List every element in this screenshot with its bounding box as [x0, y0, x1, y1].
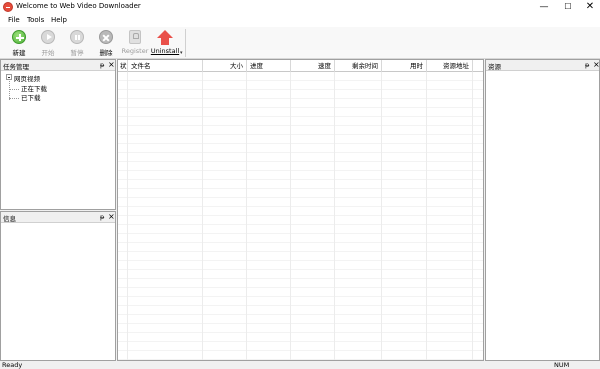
info-panel-title: 信息 — [3, 215, 16, 223]
register-label: Register — [121, 47, 149, 55]
task-panel-title: 任务管理 — [3, 63, 29, 71]
column-size[interactable]: 大小 — [203, 60, 247, 72]
lock-icon — [129, 30, 141, 44]
num-lock-indicator: NUM — [554, 361, 570, 369]
pin-icon[interactable]: ᵽ — [100, 213, 104, 221]
delete-label: 删除 — [99, 49, 113, 57]
delete-button[interactable]: 删除 — [92, 29, 120, 58]
start-label: 开始 — [41, 49, 55, 57]
app-window: Welcome to Web Video Downloader — ☐ ✕ Fi… — [0, 0, 600, 369]
start-button[interactable]: 开始 — [34, 29, 62, 58]
add-icon — [12, 30, 26, 44]
status-text: Ready — [2, 361, 23, 369]
resource-panel: 资源 ᵽ × — [485, 59, 600, 361]
toolbar: 新建 开始 暂停 删除 Register Uninstall — [0, 27, 600, 59]
task-panel-close-button[interactable]: × — [108, 60, 115, 69]
download-list[interactable]: 状 文件名 大小 进度 速度 剩余时间 用时 资源地址 — [117, 59, 484, 361]
uninstall-label: Uninstall — [150, 47, 180, 55]
info-panel-header: 信息 ᵽ × — [1, 212, 115, 223]
new-task-button[interactable]: 新建 — [4, 29, 34, 58]
delete-icon — [99, 30, 113, 44]
minimize-button[interactable]: — — [532, 0, 556, 14]
column-filename[interactable]: 文件名 — [128, 60, 203, 72]
resource-panel-header: 资源 ᵽ × — [486, 60, 600, 71]
pin-icon[interactable]: ᵽ — [100, 61, 104, 69]
info-panel-close-button[interactable]: × — [108, 212, 115, 221]
column-speed[interactable]: 速度 — [291, 60, 335, 72]
tree-connector — [9, 89, 19, 90]
column-source-url[interactable]: 资源地址 — [427, 60, 473, 72]
up-arrow-icon — [157, 30, 173, 45]
column-status[interactable]: 状 — [118, 60, 128, 72]
task-panel: 任务管理 ᵽ × 网页视频 正在下载 已下载 — [0, 59, 116, 210]
column-remaining-time[interactable]: 剩余时间 — [335, 60, 382, 72]
maximize-button[interactable]: ☐ — [556, 0, 580, 14]
info-panel: 信息 ᵽ × — [0, 211, 116, 361]
download-list-body[interactable] — [118, 72, 483, 360]
new-task-label: 新建 — [12, 49, 26, 57]
close-window-button[interactable]: ✕ — [578, 0, 600, 14]
menu-help[interactable]: Help — [51, 16, 67, 24]
app-logo-icon — [3, 2, 13, 12]
pause-icon — [70, 30, 84, 44]
window-title: Welcome to Web Video Downloader — [16, 2, 141, 10]
tree-item-downloaded[interactable]: 已下载 — [21, 92, 41, 102]
menu-tools[interactable]: Tools — [27, 16, 44, 24]
register-button[interactable]: Register — [120, 29, 150, 58]
resource-panel-close-button[interactable]: × — [593, 60, 600, 69]
play-icon — [41, 30, 55, 44]
resource-panel-title: 资源 — [488, 63, 501, 71]
pause-button[interactable]: 暂停 — [62, 29, 92, 58]
column-elapsed-time[interactable]: 用时 — [382, 60, 427, 72]
tree-connector — [9, 98, 19, 99]
title-bar: Welcome to Web Video Downloader — ☐ ✕ — [0, 0, 600, 14]
status-bar: Ready NUM — [0, 361, 600, 369]
task-panel-header: 任务管理 ᵽ × — [1, 60, 115, 71]
column-progress[interactable]: 进度 — [247, 60, 291, 72]
tree-collapse-toggle[interactable] — [6, 74, 12, 80]
pause-label: 暂停 — [70, 49, 84, 57]
pin-icon[interactable]: ᵽ — [585, 61, 589, 69]
toolbar-separator — [185, 29, 186, 57]
menu-bar: File Tools Help — [0, 14, 600, 27]
tree-item-web-video[interactable]: 网页视频 — [14, 73, 40, 83]
toolbar-dropdown-icon[interactable]: ▾ — [180, 50, 183, 56]
download-list-header: 状 文件名 大小 进度 速度 剩余时间 用时 资源地址 — [118, 60, 483, 72]
menu-file[interactable]: File — [8, 16, 20, 24]
uninstall-button[interactable]: Uninstall — [150, 29, 180, 58]
